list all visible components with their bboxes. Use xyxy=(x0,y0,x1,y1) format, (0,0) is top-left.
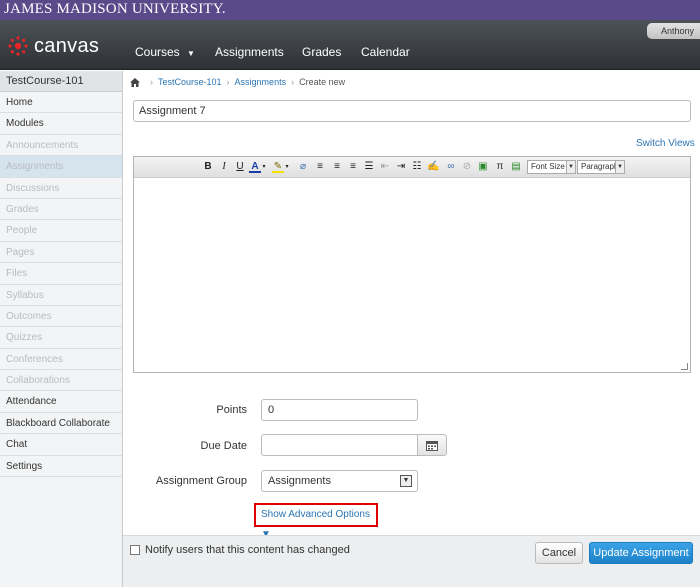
show-advanced-options-link[interactable]: Show Advanced Options ▼ xyxy=(254,503,378,540)
assignment-group-value: Assignments xyxy=(268,475,331,487)
assignment-title-input[interactable] xyxy=(133,100,691,122)
caret-down-icon: ▼ xyxy=(187,49,195,58)
points-input[interactable] xyxy=(261,399,418,421)
assignment-group-select[interactable]: Assignments ▼ xyxy=(261,470,418,492)
editor-content-area[interactable] xyxy=(134,178,690,372)
sidebar-item-collaborations[interactable]: Collaborations xyxy=(0,370,122,392)
sidebar-item-attendance[interactable]: Attendance xyxy=(0,391,122,413)
paragraph-format-select[interactable]: Paragraph ▼ xyxy=(577,160,625,174)
sidebar-item-outcomes[interactable]: Outcomes xyxy=(0,306,122,328)
font-size-label: Font Size xyxy=(531,162,565,171)
cancel-button[interactable]: Cancel xyxy=(535,542,583,564)
text-color-icon[interactable]: A xyxy=(249,161,261,173)
sidebar-item-conferences[interactable]: Conferences xyxy=(0,349,122,371)
sidebar-item-announcements[interactable]: Announcements xyxy=(0,135,122,157)
text-color-dropdown-icon[interactable]: ▾ xyxy=(261,161,267,173)
sidebar-item-assignments[interactable]: Assignments xyxy=(0,156,122,178)
rich-text-editor: B I U A ▾ ✎ ▾ ⌀ ≡ ≡ ≡ ☰ ⇤ ⇥ ☷ ✍ ∞ ⊘ ▣ π … xyxy=(133,156,691,373)
sidebar-item-grades[interactable]: Grades xyxy=(0,199,122,221)
link-icon[interactable]: ∞ xyxy=(445,161,457,173)
chevron-down-icon: ▼ xyxy=(566,161,575,173)
numbered-list-icon[interactable]: ☷ xyxy=(411,161,423,173)
user-menu[interactable]: Anthony xyxy=(646,23,700,39)
align-right-icon[interactable]: ≡ xyxy=(347,161,359,173)
sidebar-item-blackboard-collaborate[interactable]: Blackboard Collaborate xyxy=(0,413,122,435)
nav-calendar[interactable]: Calendar xyxy=(361,45,410,59)
math-equation-icon[interactable]: π xyxy=(494,161,506,173)
edit-icon[interactable]: ✍ xyxy=(427,161,439,173)
chevron-right-icon: › xyxy=(150,77,153,87)
course-title[interactable]: TestCourse-101 xyxy=(0,71,123,92)
bold-icon[interactable]: B xyxy=(202,161,214,173)
switch-views-link[interactable]: Switch Views xyxy=(636,138,695,149)
media-icon[interactable]: ▤ xyxy=(510,161,522,173)
highlight-dropdown-icon[interactable]: ▾ xyxy=(284,161,290,173)
sidebar-item-quizzes[interactable]: Quizzes xyxy=(0,327,122,349)
nav-assignments[interactable]: Assignments xyxy=(215,45,284,59)
sidebar-item-discussions[interactable]: Discussions xyxy=(0,178,122,199)
chevron-right-icon: › xyxy=(226,77,230,87)
editor-toolbar: B I U A ▾ ✎ ▾ ⌀ ≡ ≡ ≡ ☰ ⇤ ⇥ ☷ ✍ ∞ ⊘ ▣ π … xyxy=(134,157,690,178)
canvas-logo[interactable]: canvas xyxy=(8,33,99,59)
align-left-icon[interactable]: ≡ xyxy=(314,161,326,173)
chevron-down-icon: ▼ xyxy=(400,475,412,487)
resize-handle-icon[interactable] xyxy=(681,363,688,370)
due-date-label: Due Date xyxy=(200,440,247,452)
sidebar-item-people[interactable]: People xyxy=(0,220,122,242)
sidebar-item-syllabus[interactable]: Syllabus xyxy=(0,285,122,306)
image-icon[interactable]: ▣ xyxy=(477,161,489,173)
paragraph-format-label: Paragraph xyxy=(581,162,619,171)
bullet-list-icon[interactable]: ☰ xyxy=(363,161,375,173)
nav-courses-label: Courses xyxy=(135,45,180,59)
canvas-logo-text: canvas xyxy=(34,34,100,57)
nav-courses[interactable]: Courses ▼ xyxy=(135,45,195,59)
university-banner: JAMES MADISON UNIVERSITY. xyxy=(0,0,700,20)
underline-icon[interactable]: U xyxy=(234,161,246,173)
breadcrumb-assignments[interactable]: Assignments xyxy=(235,77,287,87)
notify-users-label: Notify users that this content has chang… xyxy=(145,544,350,556)
home-icon[interactable] xyxy=(130,77,140,87)
date-picker-button[interactable] xyxy=(417,434,447,456)
calendar-icon xyxy=(426,441,438,451)
italic-icon[interactable]: I xyxy=(218,161,230,173)
breadcrumb-course[interactable]: TestCourse-101 xyxy=(158,77,222,87)
sidebar-item-pages[interactable]: Pages xyxy=(0,242,122,264)
global-header: canvas Courses ▼ Assignments Grades Cale… xyxy=(0,20,700,70)
font-size-select[interactable]: Font Size ▼ xyxy=(527,160,576,174)
clear-formatting-icon[interactable]: ⌀ xyxy=(297,161,309,173)
outdent-icon[interactable]: ⇤ xyxy=(379,161,391,173)
update-assignment-button[interactable]: Update Assignment xyxy=(589,542,693,564)
chevron-down-icon: ▼ xyxy=(615,161,624,173)
nav-grades[interactable]: Grades xyxy=(302,45,341,59)
notify-users-checkbox[interactable] xyxy=(130,545,140,555)
university-title: JAMES MADISON UNIVERSITY. xyxy=(4,1,226,17)
breadcrumb: › TestCourse-101 › Assignments › Create … xyxy=(130,75,345,89)
sidebar-item-files[interactable]: Files xyxy=(0,263,122,285)
due-date-input[interactable] xyxy=(261,434,418,456)
course-navigation: Home Modules Announcements Assignments D… xyxy=(0,92,123,587)
indent-icon[interactable]: ⇥ xyxy=(395,161,407,173)
canvas-logo-icon xyxy=(8,36,28,56)
align-center-icon[interactable]: ≡ xyxy=(331,161,343,173)
points-label: Points xyxy=(216,404,247,416)
highlight-color-icon[interactable]: ✎ xyxy=(272,161,284,173)
sidebar-item-home[interactable]: Home xyxy=(0,92,122,114)
sidebar-item-settings[interactable]: Settings xyxy=(0,456,122,478)
sidebar-item-modules[interactable]: Modules xyxy=(0,113,122,135)
sidebar-item-chat[interactable]: Chat xyxy=(0,434,122,456)
assignment-group-label: Assignment Group xyxy=(155,475,247,487)
chevron-right-icon: › xyxy=(291,77,295,87)
breadcrumb-current: Create new xyxy=(299,77,346,87)
unlink-icon[interactable]: ⊘ xyxy=(461,161,473,173)
